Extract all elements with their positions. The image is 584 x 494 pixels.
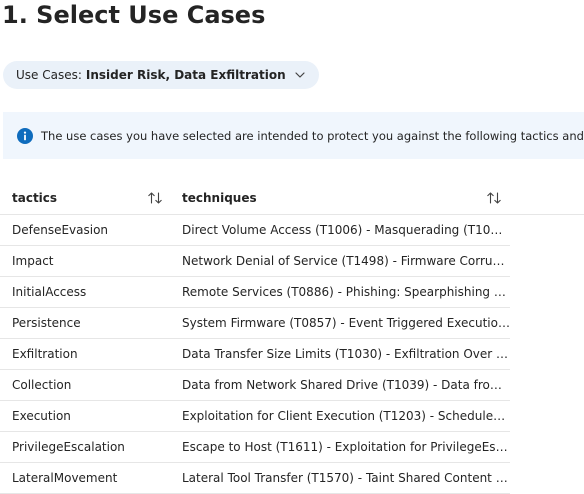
table-row[interactable]: LateralMovement Lateral Tool Transfer (T…: [0, 463, 510, 494]
filter-prefix-label: Use Cases:: [16, 68, 82, 82]
chevron-down-icon: [294, 69, 306, 81]
tactic-cell: Execution: [12, 409, 71, 423]
tactic-cell: Impact: [12, 254, 54, 268]
tactic-cell: DefenseEvasion: [12, 223, 109, 237]
column-header-techniques[interactable]: techniques: [182, 183, 257, 214]
techniques-cell: Exploitation for Client Execution (T1203…: [182, 409, 510, 423]
table-row[interactable]: DefenseEvasion Direct Volume Access (T10…: [0, 215, 510, 246]
table-row[interactable]: Collection Data from Network Shared Driv…: [0, 370, 510, 401]
techniques-cell: Network Denial of Service (T1498) - Firm…: [182, 254, 510, 268]
info-message-bar: The use cases you have selected are inte…: [3, 112, 584, 159]
techniques-cell: Remote Services (T0886) - Phishing: Spea…: [182, 285, 510, 299]
table-row[interactable]: Persistence System Firmware (T0857) - Ev…: [0, 308, 510, 339]
techniques-cell: Direct Volume Access (T1006) - Masquerad…: [182, 223, 510, 237]
techniques-cell: Data from Network Shared Drive (T1039) -…: [182, 378, 510, 392]
tactic-cell: Collection: [12, 378, 72, 392]
use-cases-filter-button[interactable]: Use Cases: Insider Risk, Data Exfiltrati…: [3, 61, 319, 89]
table-row[interactable]: InitialAccess Remote Services (T0886) - …: [0, 277, 510, 308]
column-header-tactics[interactable]: tactics: [12, 183, 57, 214]
sort-arrows-icon[interactable]: [486, 191, 502, 205]
techniques-cell: System Firmware (T0857) - Event Triggere…: [182, 316, 510, 330]
page-title: 1. Select Use Cases: [2, 1, 266, 29]
filter-value: Insider Risk, Data Exfiltration: [85, 68, 286, 82]
table-row[interactable]: Execution Exploitation for Client Execut…: [0, 401, 510, 432]
techniques-cell: Data Transfer Size Limits (T1030) - Exfi…: [182, 347, 510, 361]
tactic-cell: InitialAccess: [12, 285, 87, 299]
techniques-cell: Escape to Host (T1611) - Exploitation fo…: [182, 440, 510, 454]
table-header-row: tactics techniques: [0, 183, 584, 215]
table-row[interactable]: Exfiltration Data Transfer Size Limits (…: [0, 339, 510, 370]
sort-arrows-icon[interactable]: [147, 191, 163, 205]
info-message-text: The use cases you have selected are inte…: [41, 128, 584, 143]
tactic-cell: PrivilegeEscalation: [12, 440, 125, 454]
tactic-cell: Exfiltration: [12, 347, 78, 361]
table-row[interactable]: Impact Network Denial of Service (T1498)…: [0, 246, 510, 277]
tactic-cell: Persistence: [12, 316, 81, 330]
info-icon: [17, 127, 33, 144]
tactics-techniques-table: tactics techniques DefenseEvasion Direct…: [0, 183, 584, 494]
table-row[interactable]: PrivilegeEscalation Escape to Host (T161…: [0, 432, 510, 463]
